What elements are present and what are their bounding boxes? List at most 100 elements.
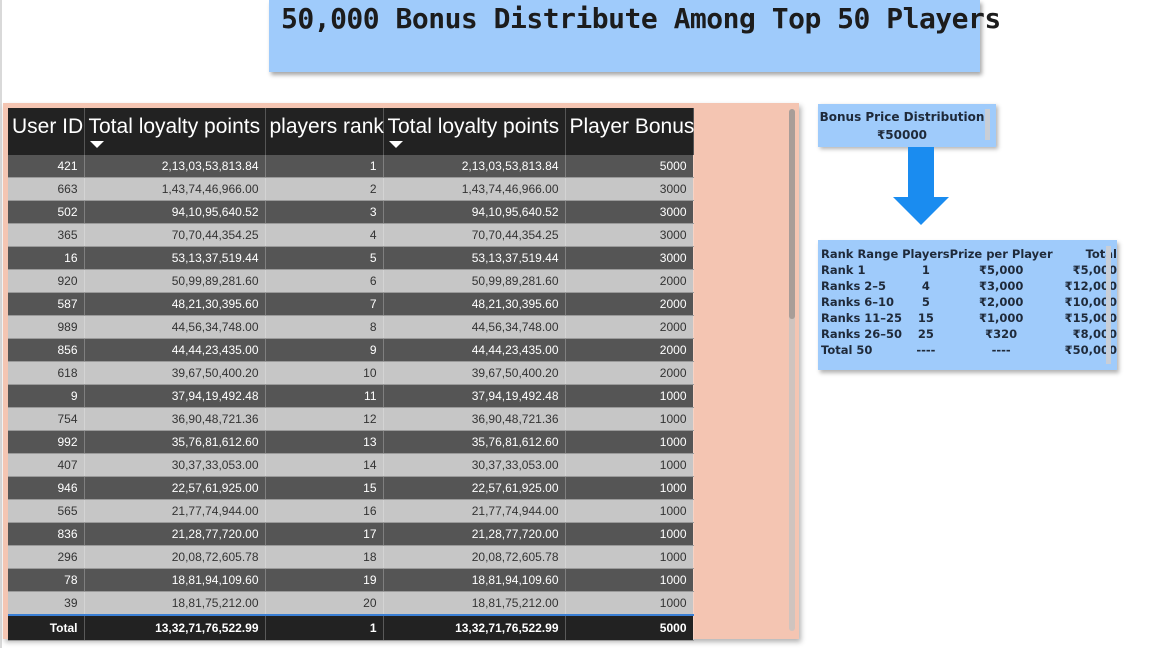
col-header-user-id[interactable]: User ID [8,108,85,155]
distribution-row: Ranks 11–25 15 ₹1,000 ₹15,000 [821,310,1117,326]
table-row[interactable]: 856 44,44,23,435.00 9 44,44,23,435.00 2000 [8,338,694,362]
table-cell: 3 [265,200,384,224]
table-row[interactable]: 421 2,13,03,53,813.84 1 2,13,03,53,813.84 50… [8,155,694,178]
table-cell: 3000 [565,223,694,247]
dist-cell: Rank 1 [821,263,866,277]
dist-cell: ₹1,000 [978,311,1024,325]
down-arrow-shape [893,147,949,225]
table-cell: 5000 [565,155,694,178]
total-cell: 5000 [565,614,694,641]
table-row[interactable]: 946 22,57,61,925.00 15 22,57,61,925.00 1000 [8,476,694,500]
sort-desc-icon[interactable] [388,141,403,148]
dist-cell: Ranks 26–50 [821,327,903,341]
table-cell: 365 [8,223,85,247]
table-cell: 16 [8,246,85,270]
table-cell: 44,44,23,435.00 [84,338,266,362]
table-cell: 946 [8,476,85,500]
table-cell: 18,81,75,212.00 [84,591,266,616]
table-row[interactable]: 989 44,56,34,748.00 8 44,56,34,748.00 2000 [8,315,694,339]
table-cell: 44,56,34,748.00 [383,315,566,339]
dist-cell: 25 [917,327,934,341]
table-row[interactable]: 78 18,81,94,109.60 19 18,81,94,109.60 1000 [8,568,694,592]
table-cell: 53,13,37,519.44 [383,246,566,270]
distribution-row: Ranks 26–50 25 ₹320 ₹8,000 [821,326,1117,342]
table-cell: 21,28,77,720.00 [84,522,266,546]
table-cell: 2000 [565,269,694,293]
table-row[interactable]: 618 39,67,50,400.20 10 39,67,50,400.20 2000 [8,361,694,385]
table-cell: 21,28,77,720.00 [383,522,566,546]
table-row[interactable]: 296 20,08,72,605.78 18 20,08,72,605.78 1000 [8,545,694,569]
col-header-label: Total loyalty points [88,115,261,138]
table-cell: 14 [265,453,384,477]
distribution-row: Ranks 6–10 5 ₹2,000 ₹10,000 [821,294,1117,310]
table-row[interactable]: 407 30,37,33,053.00 14 30,37,33,053.00 1000 [8,453,694,477]
table-cell: 15 [265,476,384,500]
bonus-price-card: Bonus Price Distribution ₹50000 [818,104,996,147]
total-cell: 1 [265,614,384,641]
table-cell: 4 [265,223,384,247]
col-header-players-rank[interactable]: players rank [265,108,384,155]
bonus-card-amount: ₹50000 [876,128,928,142]
table-cell: 1000 [565,545,694,569]
table-row[interactable]: 836 21,28,77,720.00 17 21,28,77,720.00 1000 [8,522,694,546]
total-label-cell: Total [8,614,85,641]
table-cell: 856 [8,338,85,362]
table-row[interactable]: 920 50,99,89,281.60 6 50,99,89,281.60 2000 [8,269,694,293]
table-cell: 8 [265,315,384,339]
total-cell: 13,32,71,76,522.99 [383,614,566,641]
table-row[interactable]: 502 94,10,95,640.52 3 94,10,95,640.52 3000 [8,200,694,224]
table-cell: 754 [8,407,85,431]
table-row[interactable]: 16 53,13,37,519.44 5 53,13,37,519.44 3000 [8,246,694,270]
table-cell: 20,08,72,605.78 [84,545,266,569]
table-cell: 9 [8,384,85,408]
dist-cell: Ranks 2–5 [821,279,887,293]
table-cell: 2000 [565,338,694,362]
dist-cell: 4 [921,279,930,293]
table-scrollbar-thumb[interactable] [789,109,795,319]
table-cell: 21,77,74,944.00 [84,499,266,523]
table-cell: 18,81,94,109.60 [383,568,566,592]
table-cell: 37,94,19,492.48 [383,384,566,408]
table-cell: 1000 [565,499,694,523]
distribution-row: Rank 1 1 ₹5,000 ₹5,000 [821,262,1117,278]
table-cell: 70,70,44,354.25 [84,223,266,247]
sort-desc-icon[interactable] [89,141,104,148]
table-cell: 1000 [565,384,694,408]
table-row[interactable]: 663 1,43,74,46,966.00 2 1,43,74,46,966.00 30… [8,177,694,201]
table-cell: 11 [265,384,384,408]
table-scrollbar[interactable] [789,109,795,631]
table-cell: 587 [8,292,85,316]
col-header-total-loyalty-points-2[interactable]: Total loyalty points [383,108,566,155]
col-header-total-loyalty-points[interactable]: Total loyalty points [84,108,266,155]
dist-cell: ₹320 [985,327,1018,341]
canvas-edge [0,0,2,648]
table-cell: 39 [8,591,85,616]
distribution-scrollbar[interactable] [1106,246,1111,364]
table-header-row: User ID Total loyalty points players ran… [8,108,694,155]
table-cell: 1 [265,155,384,178]
table-row[interactable]: 587 48,21,30,395.60 7 48,21,30,395.60 2000 [8,292,694,316]
table-total-row: Total 13,32,71,76,522.99 1 13,32,71,76,5… [8,614,694,641]
distribution-card: Rank Range Players Prize per Player Tota… [818,240,1117,370]
table-row[interactable]: 365 70,70,44,354.25 4 70,70,44,354.25 3000 [8,223,694,247]
table-row[interactable]: 754 36,90,48,721.36 12 36,90,48,721.36 1000 [8,407,694,431]
dist-cell: ---- [991,343,1011,357]
table-cell: 13 [265,430,384,454]
col-header-player-bonus[interactable]: Player Bonus [565,108,694,155]
table-cell: 50,99,89,281.60 [84,269,266,293]
table-cell: 10 [265,361,384,385]
table-cell: 18 [265,545,384,569]
table-row[interactable]: 565 21,77,74,944.00 16 21,77,74,944.00 1000 [8,499,694,523]
bonus-card-scrollbar[interactable] [985,109,990,140]
dist-cell: ₹2,000 [978,295,1024,309]
table-cell: 989 [8,315,85,339]
table-cell: 2,13,03,53,813.84 [84,155,266,178]
table-row[interactable]: 39 18,81,75,212.00 20 18,81,75,212.00 1000 [8,591,694,616]
table-row[interactable]: 992 35,76,81,612.60 13 35,76,81,612.60 1000 [8,430,694,454]
table-cell: 296 [8,545,85,569]
distribution-row: Ranks 2–5 4 ₹3,000 ₹12,000 [821,278,1117,294]
table-cell: 16 [265,499,384,523]
table-cell: 421 [8,155,85,178]
dist-cell: 5 [921,295,930,309]
table-row[interactable]: 9 37,94,19,492.48 11 37,94,19,492.48 1000 [8,384,694,408]
